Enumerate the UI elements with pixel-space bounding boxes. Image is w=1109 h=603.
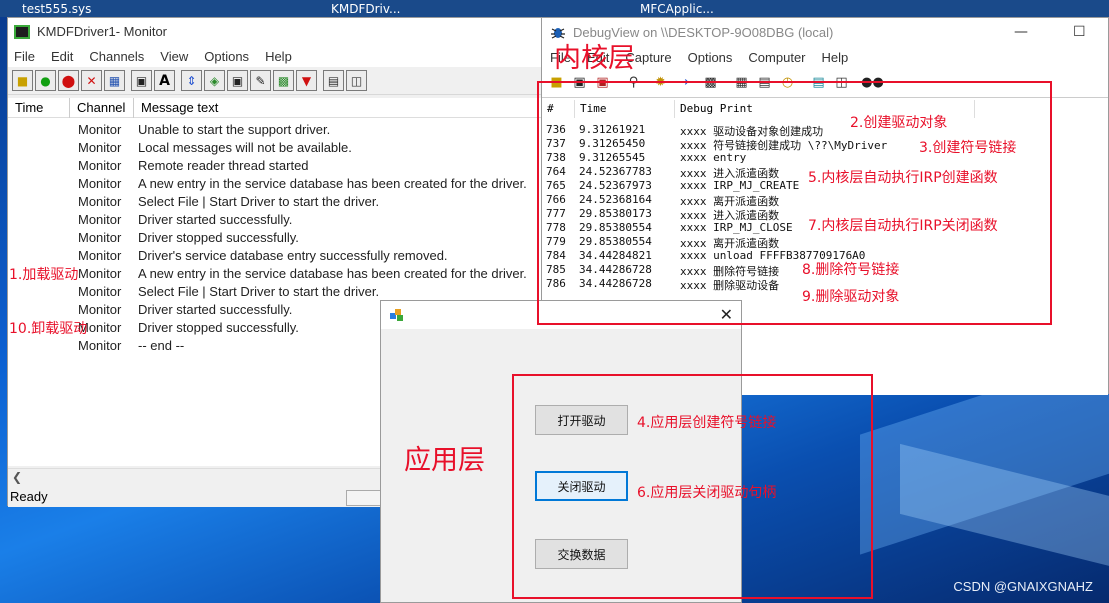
col-message[interactable]: Message text	[134, 98, 548, 118]
highlight-icon[interactable]: ▩	[273, 70, 294, 91]
annotation-step-3: 3.创建符号链接	[919, 140, 1017, 156]
properties-icon[interactable]: ▦	[104, 70, 125, 91]
app-layer-label: 应用层	[404, 445, 485, 476]
menu-options[interactable]: Options	[196, 49, 257, 64]
status-text: Ready	[10, 489, 48, 504]
menu-channels[interactable]: Channels	[81, 49, 152, 64]
annotation-step-2: 2.创建驱动对象	[850, 115, 948, 131]
dv-menu-computer[interactable]: Computer	[740, 50, 813, 65]
menu-file[interactable]: File	[8, 49, 43, 64]
minimize-icon[interactable]: —	[1014, 24, 1028, 40]
menu-help[interactable]: Help	[257, 49, 300, 64]
monitor-menubar: File Edit Channels View Options Help	[8, 45, 546, 67]
taskbar-strip	[0, 0, 1109, 17]
annotation-step-7: 7.内核层自动执行IRP关闭函数	[808, 218, 998, 234]
annotation-step-10: 10.卸载驱动	[9, 321, 88, 337]
col-time[interactable]: Time	[8, 98, 70, 118]
scroll-icon[interactable]: ⇕	[181, 70, 202, 91]
delete-icon[interactable]: ✕	[81, 70, 102, 91]
edit-icon[interactable]: ✎	[250, 70, 271, 91]
annotation-step-8: 8.删除符号链接	[802, 262, 900, 278]
monitor-app-icon	[14, 24, 30, 39]
dv-menu-options[interactable]: Options	[680, 50, 741, 65]
app-icon	[390, 308, 404, 322]
network-icon[interactable]: ◫	[346, 70, 367, 91]
desktop-label-file[interactable]: test555.sys	[22, 2, 91, 16]
font-icon[interactable]: A	[154, 70, 175, 91]
annotation-step-4: 4.应用层创建符号链接	[637, 415, 777, 431]
menu-edit[interactable]: Edit	[43, 49, 81, 64]
dv-menu-help[interactable]: Help	[814, 50, 857, 65]
monitor-titlebar[interactable]: KMDFDriver1- Monitor	[8, 18, 546, 45]
col-channel[interactable]: Channel	[70, 98, 134, 118]
maximize-icon[interactable]: ☐	[1073, 24, 1086, 40]
go-icon[interactable]: ●	[35, 70, 56, 91]
desktop-label-kmdf[interactable]: KMDFDriv...	[331, 2, 401, 16]
watermark: CSDN @GNAIXGNAHZ	[953, 579, 1093, 594]
open-folder-icon[interactable]: ■	[12, 70, 33, 91]
capture-icon[interactable]: ◈	[204, 70, 225, 91]
monitor-toolbar: ■ ● ⬤ ✕ ▦ ▣ A ⇕ ◈ ▣ ✎ ▩ ▼ ▤ ◫	[8, 67, 546, 95]
kernel-layer-label: 内核层	[554, 43, 635, 74]
save-icon[interactable]: ▣	[131, 70, 152, 91]
annotation-step-1: 1.加载驱动	[9, 267, 79, 283]
stop-icon[interactable]: ⬤	[58, 70, 79, 91]
save-log-icon[interactable]: ▣	[227, 70, 248, 91]
monitor-list-header: Time Channel Message text	[8, 98, 548, 118]
filter-icon[interactable]: ▼	[296, 70, 317, 91]
desktop-label-mfc[interactable]: MFCApplic...	[640, 2, 714, 16]
scroll-left-icon[interactable]: ❮	[12, 470, 22, 484]
menu-view[interactable]: View	[152, 49, 196, 64]
annotation-step-6: 6.应用层关闭驱动句柄	[637, 485, 777, 501]
computer-icon[interactable]: ▤	[323, 70, 344, 91]
annotation-step-5: 5.内核层自动执行IRP创建函数	[808, 170, 998, 186]
kernel-layer-box	[537, 81, 1052, 325]
annotation-step-9: 9.删除驱动对象	[802, 289, 900, 305]
monitor-title: KMDFDriver1- Monitor	[37, 24, 168, 39]
